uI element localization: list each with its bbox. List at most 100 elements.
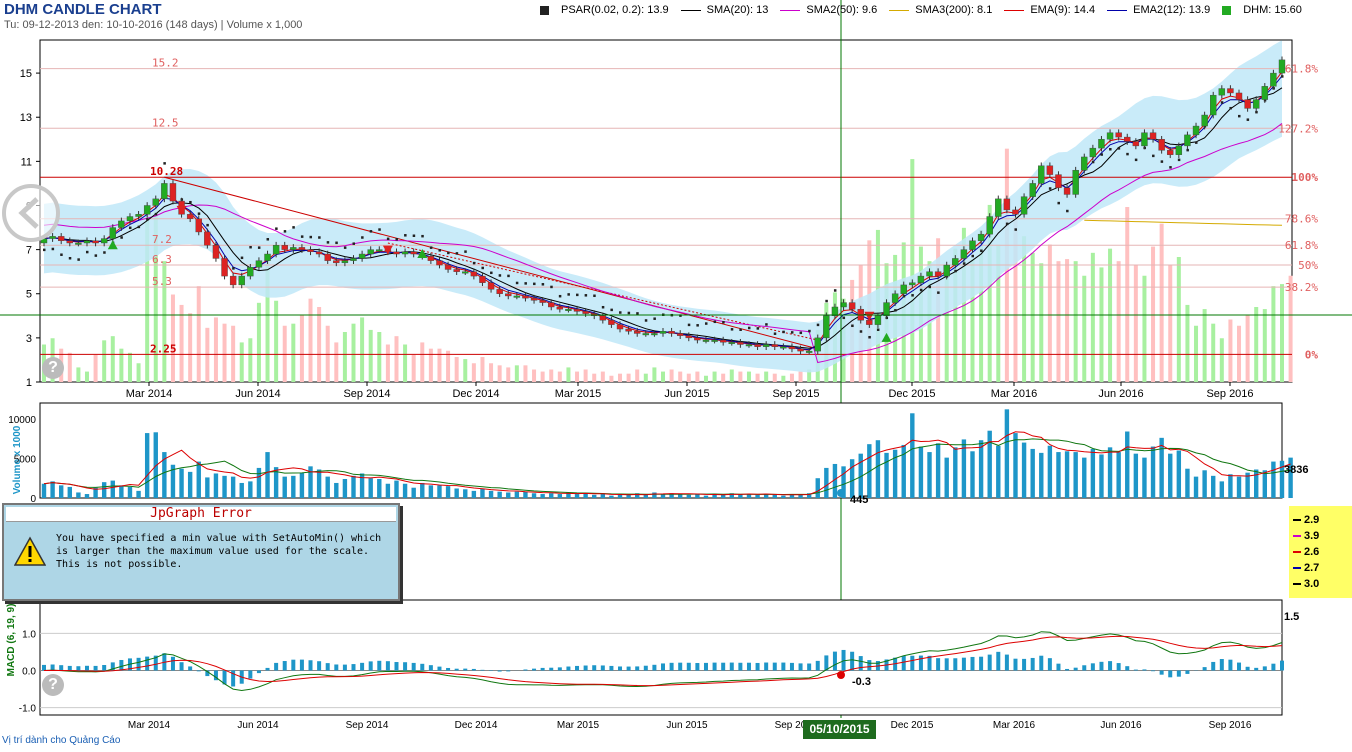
macd-histogram-bar (1030, 657, 1035, 671)
volume-bar (824, 467, 829, 498)
candle-body (470, 271, 478, 277)
warning-icon (14, 536, 46, 566)
psar-dot (533, 282, 536, 286)
macd-date-axis-label: Mar 2015 (557, 720, 600, 731)
price-axis-label: 1 (26, 377, 32, 389)
volume-bar (1099, 454, 1104, 498)
candle-body (1115, 132, 1122, 138)
background-volume-bar (497, 365, 502, 382)
macd-histogram-bar (901, 655, 906, 671)
volume-bar (1039, 452, 1044, 498)
background-volume-bar (1168, 265, 1173, 382)
volume-bar (557, 494, 563, 498)
psar-dot (756, 327, 760, 330)
advertising-footer[interactable]: Vị trí dành cho Quảng Cáo (2, 735, 120, 746)
cursor-date-label: 05/10/2015 (803, 720, 876, 739)
candle-body (1149, 132, 1157, 140)
candle-body (823, 315, 830, 339)
legend-swatch (889, 9, 910, 11)
psar-dot (429, 246, 433, 249)
psar-dot (1186, 148, 1189, 152)
background-volume-bar (76, 367, 81, 382)
volume-bar (1262, 470, 1268, 498)
candle-body (780, 346, 787, 349)
date-axis-label: Mar 2014 (126, 388, 172, 400)
legend-swatch (1004, 9, 1025, 11)
candle-body (1012, 209, 1019, 215)
volume-bar (325, 476, 330, 498)
fibonacci-price-label: 12.5 (152, 116, 179, 129)
legend-item: PSAR(0.02, 0.2): 13.9 (540, 4, 669, 16)
candle-body (1081, 156, 1088, 171)
candle-body (1141, 132, 1148, 147)
candle-body (186, 214, 194, 219)
macd-histogram-bar (1090, 663, 1095, 671)
price-axis-label: 11 (21, 156, 32, 168)
psar-dot (326, 241, 330, 244)
volume-bar (1193, 476, 1199, 498)
candle-body (462, 271, 469, 274)
legend-label: EMA(9): 14.4 (1030, 4, 1096, 16)
volume-bar (437, 485, 442, 498)
volume-axis-label: 10000 (8, 415, 36, 426)
psar-dot (103, 251, 106, 254)
background-volume-bar (454, 357, 459, 382)
chart-title: DHM CANDLE CHART (4, 1, 162, 18)
candle-body (410, 251, 417, 255)
volume-bar (256, 467, 262, 498)
psar-dot (206, 223, 209, 227)
macd-histogram-bar (377, 660, 382, 671)
macd-histogram-bar (274, 662, 279, 671)
candle-body (487, 282, 495, 290)
background-volume-bar (360, 317, 365, 382)
volume-bar (1159, 437, 1164, 498)
psar-dot (77, 258, 80, 261)
candle-body (608, 320, 615, 325)
background-volume-bar (755, 373, 760, 382)
candle-body (1132, 141, 1140, 147)
macd-axis-label: -1.0 (19, 704, 37, 715)
background-volume-bar (652, 367, 657, 382)
stock-chart[interactable]: 15.2 161.8%12.5 127.2%10.28 100%78.6%7.2 61.… (0, 0, 1352, 752)
candle-body (75, 242, 82, 245)
candle-body (934, 271, 942, 277)
candle-body (169, 183, 177, 202)
macd-histogram-bar (420, 663, 425, 671)
psar-dot (911, 294, 914, 297)
psar-dot (584, 294, 588, 297)
macd-panel-frame (39, 599, 1283, 716)
candle-body (135, 214, 142, 217)
fibonacci-percent-label: 50% (1298, 259, 1318, 272)
back-arrow-button[interactable] (2, 184, 60, 242)
psar-dot (576, 293, 579, 297)
candle-body (685, 335, 692, 339)
psar-dot (722, 320, 725, 324)
macd-histogram-bar (652, 664, 657, 671)
candle-body (762, 344, 770, 347)
background-volume-bar (1237, 325, 1242, 382)
psar-dot (747, 326, 751, 330)
candle-body (616, 324, 624, 330)
help-icon[interactable]: ? (42, 674, 64, 696)
volume-bar (1056, 452, 1061, 498)
candle-body (539, 300, 546, 303)
legend-label: EMA2(12): 13.9 (1133, 4, 1211, 16)
candle-body (272, 244, 280, 255)
background-volume-bar (1133, 265, 1138, 382)
candle-body (1175, 145, 1183, 155)
background-volume-bar (1073, 261, 1078, 382)
candle-body (960, 249, 968, 259)
background-volume-bar (325, 325, 330, 382)
macd-histogram-bar (248, 670, 253, 679)
psar-dot (851, 324, 854, 328)
macd-histogram-bar (188, 666, 193, 671)
help-icon[interactable]: ? (42, 357, 64, 379)
psar-dot (636, 312, 639, 315)
macd-histogram-bar (781, 662, 786, 671)
candle-body (1046, 165, 1054, 175)
candle-body (333, 260, 340, 264)
legend-label: PSAR(0.02, 0.2): 13.9 (561, 4, 669, 16)
macd-histogram-bar (643, 665, 648, 671)
candle-body (1184, 134, 1191, 147)
candle-body (1227, 88, 1234, 94)
